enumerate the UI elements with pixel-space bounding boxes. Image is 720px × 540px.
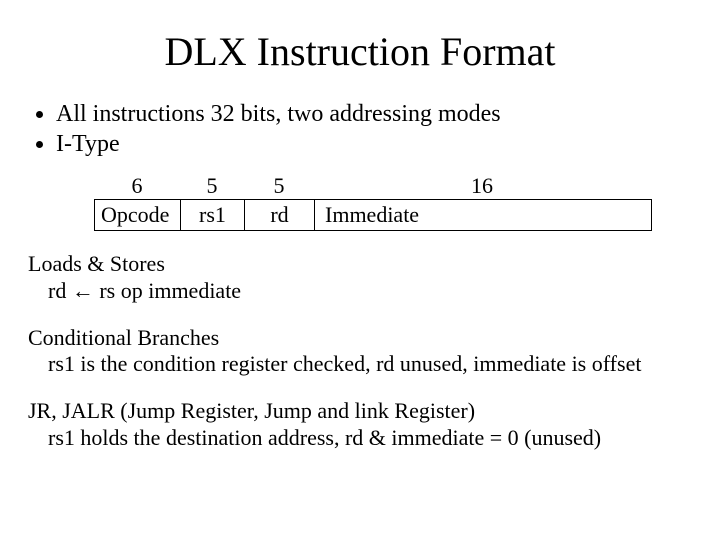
section-body: rs1 holds the destination address, rd & … (28, 425, 692, 452)
section-body: rs1 is the condition register checked, r… (28, 351, 692, 378)
field-name-row: Opcode rs1 rd Immediate (94, 199, 652, 231)
slide: DLX Instruction Format All instructions … (0, 0, 720, 540)
bitwidth-rd: 5 (244, 173, 314, 199)
body-text: rd (48, 278, 72, 303)
section-heading: JR, JALR (Jump Register, Jump and link R… (28, 398, 692, 425)
jump-register-section: JR, JALR (Jump Register, Jump and link R… (28, 398, 692, 452)
loads-stores-section: Loads & Stores rd ← rs op immediate (28, 251, 692, 305)
left-arrow-icon: ← (72, 278, 94, 303)
field-rs1: rs1 (181, 200, 245, 230)
bullet-item: I-Type (56, 129, 692, 159)
field-rd: rd (245, 200, 315, 230)
section-heading: Conditional Branches (28, 325, 692, 352)
section-body: rd ← rs op immediate (28, 278, 692, 305)
instruction-format: 6 5 5 16 Opcode rs1 rd Immediate (94, 173, 692, 231)
bitwidth-imm: 16 (314, 173, 650, 199)
bitwidth-rs1: 5 (180, 173, 244, 199)
field-opcode: Opcode (95, 200, 181, 230)
conditional-branches-section: Conditional Branches rs1 is the conditio… (28, 325, 692, 379)
body-text: rs op immediate (94, 278, 241, 303)
field-imm: Immediate (315, 200, 651, 230)
section-heading: Loads & Stores (28, 251, 692, 278)
bit-width-row: 6 5 5 16 (94, 173, 692, 199)
slide-title: DLX Instruction Format (28, 28, 692, 75)
bullet-list: All instructions 32 bits, two addressing… (28, 99, 692, 159)
bitwidth-opcode: 6 (94, 173, 180, 199)
bullet-item: All instructions 32 bits, two addressing… (56, 99, 692, 129)
